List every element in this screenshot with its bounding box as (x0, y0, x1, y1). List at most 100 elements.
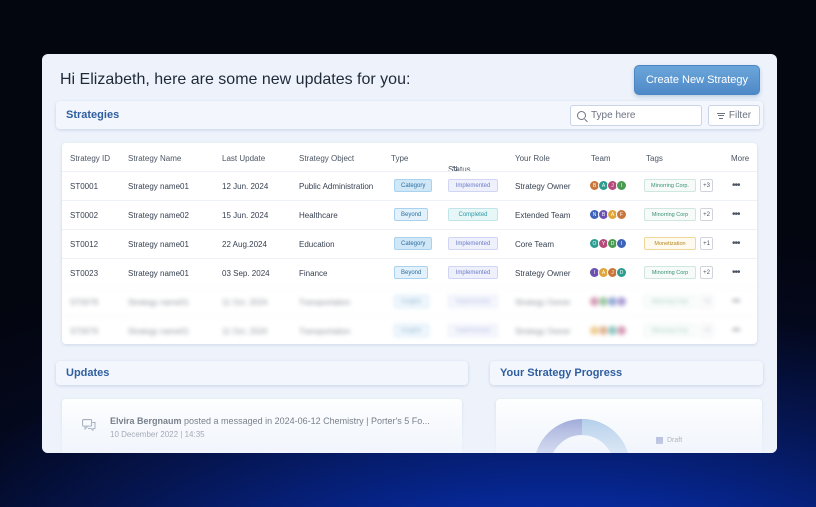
legend-draft: Draft (656, 437, 682, 444)
update-date: 10 December 2022 | 14:35 (110, 430, 205, 439)
filter-icon (716, 112, 725, 119)
cell-your-role: Core Team (515, 240, 554, 249)
col-strategy-name[interactable]: Strategy Name (128, 154, 181, 163)
cell-strategy-name[interactable]: Strategy name01 (128, 269, 189, 278)
update-author[interactable]: Elvira Bergnaum (110, 416, 182, 426)
cell-strategy-name[interactable]: Strategy name01 (128, 327, 189, 336)
status-badge: Implemented (448, 179, 498, 192)
cell-your-role: Strategy Owner (515, 269, 571, 278)
more-tags-button[interactable]: +1 (700, 237, 713, 250)
status-badge: Implemented (448, 237, 498, 250)
col-type[interactable]: Type (391, 154, 408, 163)
donut-segment-other (581, 419, 628, 453)
tag-chip[interactable]: Minorring Corp (644, 208, 696, 221)
cell-last-update: 03 Sep. 2024 (222, 269, 270, 278)
col-strategy-object[interactable]: Strategy Object (299, 154, 354, 163)
cell-strategy-id: ST0078 (70, 298, 99, 307)
avatar[interactable]: I (616, 238, 627, 249)
progress-header: Your Strategy Progress (490, 361, 763, 385)
more-options-icon[interactable]: ••• (732, 180, 740, 191)
type-badge: Beyond (394, 208, 429, 221)
cell-last-update: 12 Jun. 2024 (222, 182, 269, 191)
update-item[interactable]: Elvira Bergnaum posted a messaged in 202… (62, 399, 462, 453)
table-row[interactable]: ST0001 Strategy name01 12 Jun. 2024 Public … (62, 171, 757, 199)
more-tags-button[interactable]: +2 (700, 324, 713, 337)
col-tags[interactable]: Tags (646, 154, 663, 163)
greeting-title: Hi Elizabeth, here are some new updates … (60, 71, 411, 88)
type-badge: Insights (394, 324, 429, 337)
more-tags-button[interactable]: +2 (700, 266, 713, 279)
cell-strategy-object: Finance (299, 269, 328, 278)
tag-chip[interactable]: Monetization (644, 237, 696, 250)
chat-icon (82, 419, 96, 431)
col-strategy-id[interactable]: Strategy ID (70, 154, 110, 163)
tag-chip[interactable]: Minorring Corp (644, 295, 696, 308)
tag-chip[interactable]: Minorring Corp (644, 324, 696, 337)
type-badge: Category (394, 179, 433, 192)
progress-card: Draft (496, 399, 762, 453)
cell-your-role: Strategy Owner (515, 327, 571, 336)
team-avatars (589, 325, 627, 336)
update-text: Elvira Bergnaum posted a messaged in 202… (110, 416, 430, 426)
avatar[interactable]: I (616, 180, 627, 191)
more-options-icon[interactable]: ••• (732, 209, 740, 220)
tag-chip[interactable]: Minorring Corp (644, 266, 696, 279)
search-box[interactable] (570, 105, 702, 126)
search-icon (577, 111, 586, 120)
update-message: posted a messaged in 2024-06-12 Chemistr… (181, 416, 430, 426)
cell-strategy-object: Transportation (299, 298, 351, 307)
more-tags-button[interactable]: +3 (700, 179, 713, 192)
avatar[interactable]: F (616, 209, 627, 220)
table-row[interactable]: ST0012 Strategy name01 22 Aug.2024 Educatio… (62, 229, 757, 257)
status-badge: Implemented (448, 295, 498, 308)
more-tags-button[interactable]: +2 (700, 208, 713, 221)
avatar[interactable] (616, 325, 627, 336)
filter-button[interactable]: Filter (708, 105, 760, 126)
col-last-update[interactable]: Last Update (222, 154, 265, 163)
tag-chip[interactable]: Minorring Corp. (644, 179, 696, 192)
status-badge: Implemented (448, 266, 498, 279)
more-options-icon[interactable]: ••• (732, 296, 740, 307)
avatar[interactable] (616, 296, 627, 307)
cell-strategy-object: Education (299, 240, 335, 249)
cell-strategy-name[interactable]: Strategy name01 (128, 240, 189, 249)
cell-strategy-object: Public Administration (299, 182, 374, 191)
more-options-icon[interactable]: ••• (732, 238, 740, 249)
team-avatars: IAJD (589, 267, 627, 278)
strategies-header: Strategies Filter (56, 101, 763, 129)
cell-strategy-object: Healthcare (299, 211, 338, 220)
screen-frame: Hi Elizabeth, here are some new updates … (0, 0, 816, 507)
table-header: Strategy ID Strategy Name Last Update St… (62, 143, 757, 174)
cell-strategy-id: ST0002 (70, 211, 99, 220)
updates-header: Updates (56, 361, 468, 385)
filter-label: Filter (728, 110, 752, 121)
avatar[interactable]: D (616, 267, 627, 278)
cell-strategy-id: ST0079 (70, 327, 99, 336)
cell-strategy-name[interactable]: Strategy name01 (128, 182, 189, 191)
team-avatars (589, 296, 627, 307)
table-row[interactable]: ST0079 Strategy name01 11 Oct. 2024 Transpo… (62, 316, 757, 344)
table-row[interactable]: ST0023 Strategy name01 03 Sep. 2024 Finance… (62, 258, 757, 286)
col-team[interactable]: Team (591, 154, 611, 163)
team-avatars: OYDI (589, 238, 627, 249)
progress-title: Your Strategy Progress (500, 367, 623, 379)
table-row[interactable]: ST0002 Strategy name02 15 Jun. 2024 Healthc… (62, 200, 757, 228)
cell-last-update: 11 Oct. 2024 (222, 327, 268, 336)
legend-label: Draft (667, 437, 683, 444)
cell-strategy-name[interactable]: Strategy name02 (128, 211, 189, 220)
search-input[interactable] (591, 110, 691, 121)
strategies-title: Strategies (66, 109, 120, 121)
cell-your-role: Strategy Owner (515, 182, 571, 191)
cell-last-update: 15 Jun. 2024 (222, 211, 269, 220)
create-new-strategy-button[interactable]: Create New Strategy (634, 65, 760, 95)
col-your-role[interactable]: Your Role (515, 154, 550, 163)
more-tags-button[interactable]: +2 (700, 295, 713, 308)
progress-donut (536, 419, 628, 453)
more-options-icon[interactable]: ••• (732, 325, 740, 336)
cell-strategy-object: Transportation (299, 327, 351, 336)
cell-strategy-id: ST0001 (70, 182, 99, 191)
status-badge: Implemented (448, 324, 498, 337)
table-row[interactable]: ST0078 Strategy name01 11 Oct. 2024 Transpo… (62, 287, 757, 315)
cell-strategy-name[interactable]: Strategy name01 (128, 298, 189, 307)
more-options-icon[interactable]: ••• (732, 267, 740, 278)
